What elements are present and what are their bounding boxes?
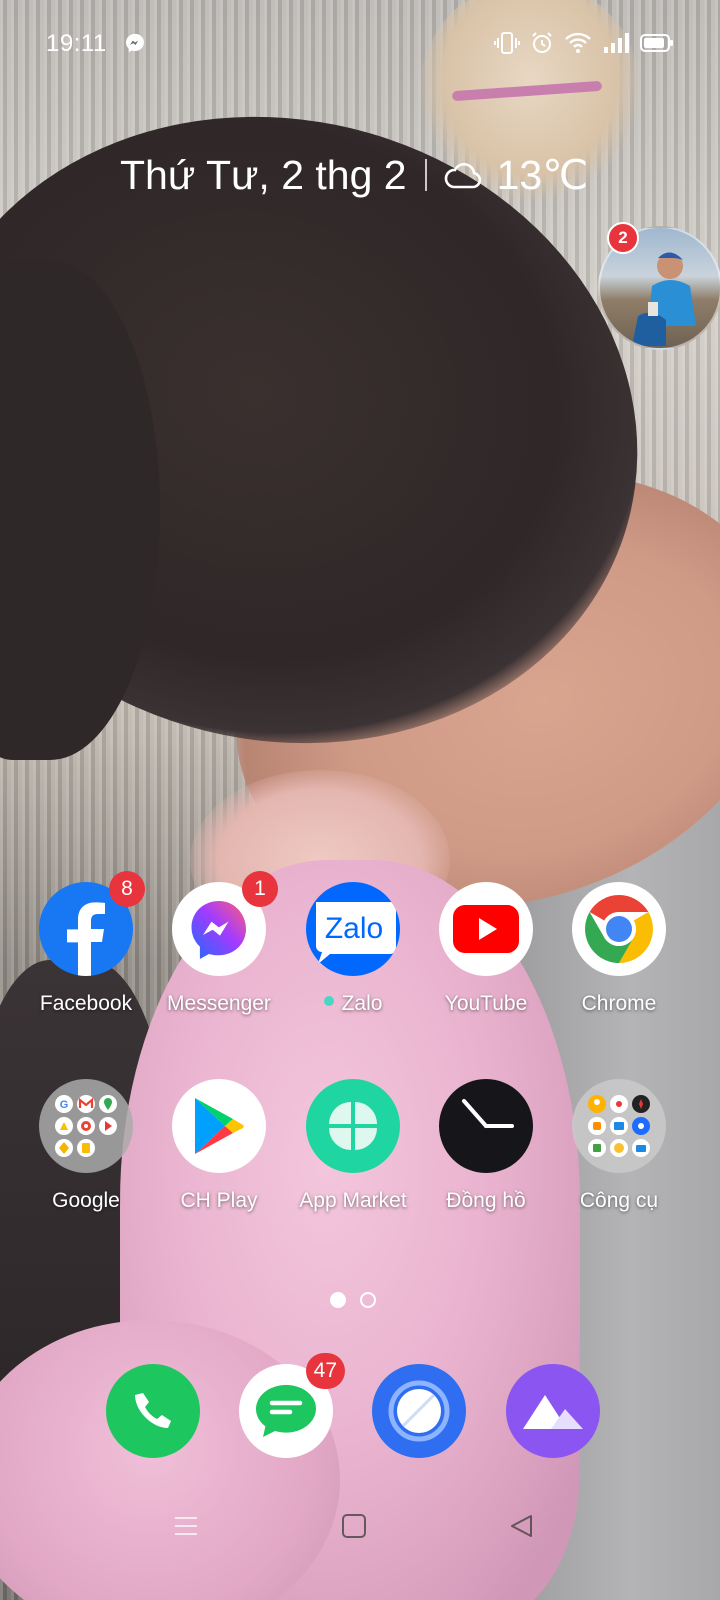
svg-text:Zalo: Zalo: [325, 912, 383, 945]
youtube-icon: [453, 905, 519, 953]
browser-icon: [388, 1380, 450, 1442]
chrome-icon: [585, 895, 653, 963]
google-folder-icon: G: [55, 1095, 117, 1157]
wifi-icon: [565, 32, 591, 53]
notification-badge: 47: [305, 1353, 345, 1389]
app-label: Facebook: [39, 992, 133, 1015]
back-icon: [511, 1515, 532, 1537]
dock-phone[interactable]: [106, 1364, 200, 1458]
zalo-icon: Zalo: [316, 902, 396, 964]
signal-icon: [604, 33, 629, 53]
nav-home-button[interactable]: [334, 1508, 374, 1544]
battery-icon: [640, 34, 673, 52]
date-weather-widget[interactable]: Thứ Tư, 2 thg 2 13℃: [120, 148, 588, 202]
folder-tools[interactable]: Công cụ: [552, 1079, 686, 1213]
date-text: Thứ Tư, 2 thg 2: [120, 151, 407, 198]
messenger-icon: [126, 33, 144, 53]
app-app-market[interactable]: App Market: [286, 1079, 420, 1213]
dock-browser[interactable]: [372, 1364, 466, 1458]
temperature-text: 13℃: [496, 152, 589, 198]
app-label-wrap: Zalo: [286, 992, 420, 1016]
menu-icon: [175, 1517, 197, 1535]
chat-head-badge: 2: [607, 222, 639, 254]
app-messenger[interactable]: 1 Messenger: [152, 871, 286, 1016]
home-icon: [342, 1514, 366, 1538]
play-store-icon: [195, 1098, 244, 1154]
folder-google[interactable]: G Google: [19, 1079, 153, 1213]
status-time: 19:11: [46, 30, 107, 57]
app-chrome[interactable]: Chrome: [552, 882, 686, 1016]
messenger-icon: [191, 901, 246, 959]
clock-icon: [462, 1099, 514, 1128]
app-clock[interactable]: Đồng hồ: [419, 1079, 553, 1213]
divider: [424, 159, 427, 191]
status-bar[interactable]: 19:11: [0, 0, 720, 88]
nav-menu-button[interactable]: [166, 1508, 206, 1544]
notification-badge: 1: [242, 871, 278, 907]
alarm-icon: [532, 32, 552, 53]
page-dot: [360, 1292, 376, 1308]
app-label: Công cụ: [579, 1189, 659, 1212]
dock-gallery[interactable]: [506, 1364, 600, 1458]
app-label: Đồng hồ: [446, 1189, 526, 1212]
app-market-icon: [329, 1102, 377, 1150]
app-label: CH Play: [180, 1189, 258, 1212]
app-label: Messenger: [167, 992, 271, 1015]
app-facebook[interactable]: 8 Facebook: [19, 871, 153, 1016]
app-label: App Market: [299, 1189, 407, 1212]
page-dot-active: [330, 1292, 346, 1308]
dock-messages[interactable]: 47: [239, 1353, 345, 1458]
gallery-icon: [523, 1395, 583, 1429]
notification-badge: 8: [109, 871, 145, 907]
tools-folder-icon: [588, 1095, 650, 1157]
app-zalo[interactable]: Zalo Zalo: [286, 882, 420, 1016]
app-label: Google: [52, 1189, 120, 1212]
app-label: Chrome: [581, 992, 657, 1015]
app-label: YouTube: [444, 992, 528, 1015]
cloud-icon: [444, 162, 481, 189]
page-indicator[interactable]: [330, 1292, 376, 1308]
messages-icon: [256, 1385, 316, 1437]
svg-text:G: G: [60, 1099, 69, 1111]
app-ch-play[interactable]: CH Play: [152, 1079, 286, 1213]
phone-icon: [135, 1393, 171, 1428]
app-youtube[interactable]: YouTube: [419, 882, 553, 1016]
contact-avatar: [632, 252, 696, 346]
new-install-dot: [323, 996, 334, 1007]
vibrate-icon: [494, 32, 520, 54]
app-label: Zalo: [341, 992, 383, 1015]
nav-back-button[interactable]: [502, 1508, 542, 1544]
